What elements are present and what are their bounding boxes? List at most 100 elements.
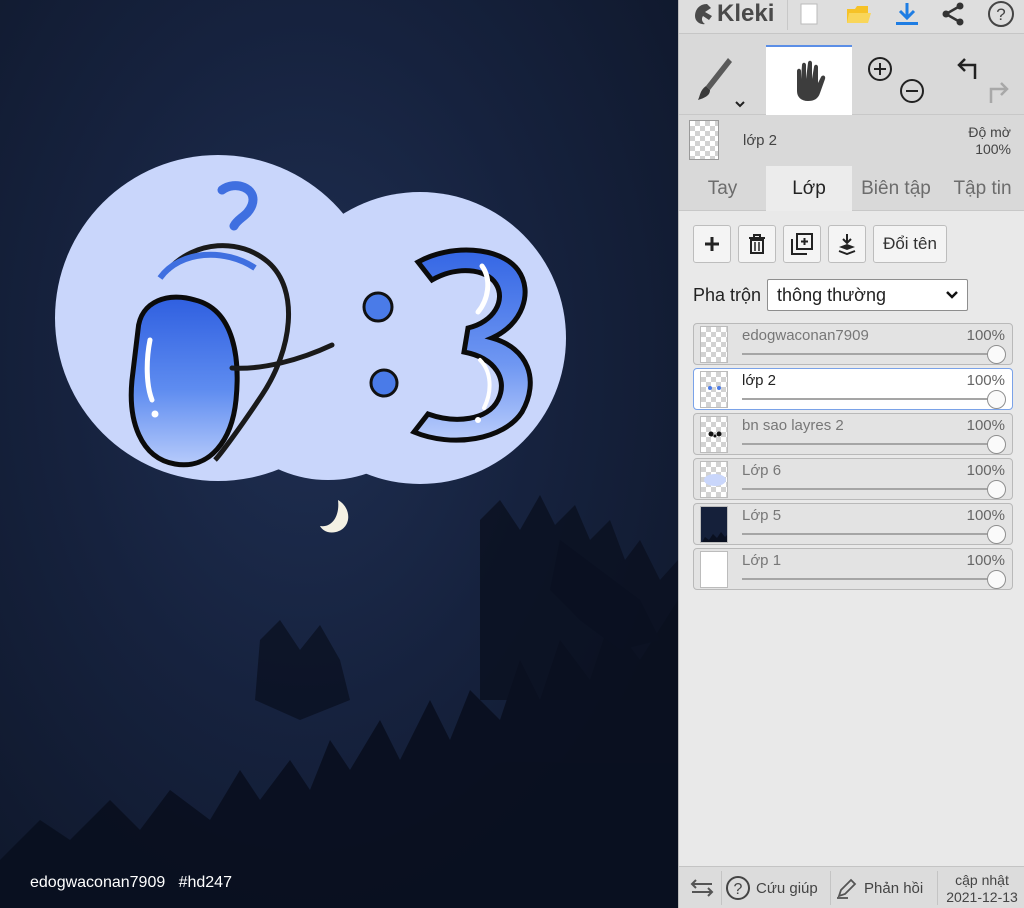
canvas-artwork [0,155,678,908]
blend-mode-select[interactable]: thông thường [767,279,969,311]
download-button[interactable] [887,0,927,28]
opacity-slider-track[interactable] [742,353,996,355]
layer-name: Lớp 5 [742,507,782,524]
open-file-button[interactable] [839,0,879,28]
layer-name: Lớp 1 [742,552,782,569]
zoom-controls [853,45,939,115]
layer-opacity: 100% [966,417,1005,434]
layer-name: bn sao layres 2 [742,417,844,434]
tab-file[interactable]: Tập tin [940,166,1024,211]
separator [787,0,788,30]
redo-icon[interactable] [989,82,1009,103]
opacity-readout: Độ mờ 100% [941,124,1011,158]
svg-text:?: ? [734,881,743,898]
add-layer-button[interactable] [693,225,731,263]
history-controls [940,45,1024,115]
current-layer-name: lớp 2 [743,132,778,149]
opacity-slider-knob[interactable] [987,345,1006,364]
share-button[interactable] [933,0,973,28]
opacity-slider-track[interactable] [742,488,996,490]
tool-row [679,45,1024,115]
zoom-in-icon[interactable] [868,57,892,81]
layer-opacity: 100% [966,327,1005,344]
layer-thumbnail [700,371,728,408]
tab-edit[interactable]: Biên tập [852,166,940,211]
opacity-slider-knob[interactable] [987,390,1006,409]
tab-layers[interactable]: Lớp [766,166,852,211]
layer-name: edogwaconan7909 [742,327,869,344]
opacity-slider-knob[interactable] [987,480,1006,499]
kleki-logo-icon [695,4,712,25]
opacity-slider-knob[interactable] [987,570,1006,589]
opacity-slider-knob[interactable] [987,525,1006,544]
update-info[interactable]: cập nhật 2021-12-13 [939,872,1024,906]
current-layer-thumbnail [689,120,719,160]
watermark-text: edogwaconan7909 #hd247 [30,874,232,891]
separator [721,871,722,905]
svg-text:?: ? [996,5,1005,24]
merge-layer-button[interactable] [828,225,866,263]
share-icon [942,2,964,26]
layer-row-lop-6[interactable]: Lớp 6 100% [693,458,1013,500]
opacity-slider-track[interactable] [742,443,996,445]
trash-icon [749,234,765,254]
layer-thumbnail [700,326,728,363]
help-link[interactable]: ? Cứu giúp [725,867,829,908]
update-date: 2021-12-13 [946,889,1018,905]
plus-icon [705,237,719,251]
brush-tool[interactable] [679,45,765,115]
layer-name: Lớp 6 [742,462,782,479]
app-logo[interactable]: Kleki [693,0,774,28]
moon [320,500,349,533]
layer-thumbnail [700,461,728,498]
undo-icon[interactable] [956,58,976,79]
chevron-down-icon [946,291,958,299]
rename-layer-button[interactable]: Đổi tên [873,225,947,263]
layer-thumbnail [700,416,728,453]
layer-thumbnail [700,506,728,543]
new-file-button[interactable] [789,0,829,28]
layer-opacity: 100% [966,507,1005,524]
layer-opacity: 100% [966,462,1005,479]
opacity-slider-track[interactable] [742,578,996,580]
update-label: cập nhật [955,872,1009,888]
app-name: Kleki [717,0,775,27]
drawing-canvas[interactable]: edogwaconan7909 #hd247 [0,0,678,908]
new-file-icon [800,3,818,25]
delete-layer-button[interactable] [738,225,776,263]
footer-bar: ? Cứu giúp Phản hồi cập nhật 2021-12-13 [679,866,1024,908]
blend-mode-row: Pha trộn thông thường [693,279,969,311]
layer-row-lop-5[interactable]: Lớp 5 100% [693,503,1013,545]
download-icon [896,3,918,25]
tab-hand[interactable]: Tay [679,166,766,211]
duplicate-layer-button[interactable] [783,225,821,263]
swap-icon [690,879,714,897]
zoom-out-icon[interactable] [900,79,924,103]
open-folder-icon [847,6,871,23]
opacity-value: 100% [975,141,1011,157]
blend-mode-value: thông thường [777,284,886,305]
opacity-slider-track[interactable] [742,533,996,535]
layers-panel: Đổi tên Pha trộn thông thường edogwacona… [679,211,1024,866]
help-button[interactable]: ? [981,0,1021,28]
tree-silhouette [0,495,678,908]
feedback-link[interactable]: Phản hồi [836,867,936,908]
layer-row-lop-2[interactable]: lớp 2 100% [693,368,1013,410]
current-layer-info: lớp 2 Độ mờ 100% [679,116,1024,166]
layer-opacity: 100% [966,372,1005,389]
swap-side-button[interactable] [687,867,717,908]
opacity-slider-track[interactable] [742,398,996,400]
top-bar: Kleki ? [679,0,1024,34]
hand-tool[interactable] [766,45,852,115]
layer-row-lop-1[interactable]: Lớp 1 100% [693,548,1013,590]
opacity-slider-knob[interactable] [987,435,1006,454]
separator [830,871,831,905]
layer-row-bn-sao-layres-2[interactable]: bn sao layres 2 100% [693,413,1013,455]
help-label: Cứu giúp [756,879,818,897]
duplicate-icon [791,233,813,255]
help-circle-icon: ? [726,876,750,900]
layer-opacity: 100% [966,552,1005,569]
layer-row-edogwaconan7909[interactable]: edogwaconan7909 100% [693,323,1013,365]
merge-down-icon [838,234,856,255]
blend-mode-label: Pha trộn [693,284,762,305]
